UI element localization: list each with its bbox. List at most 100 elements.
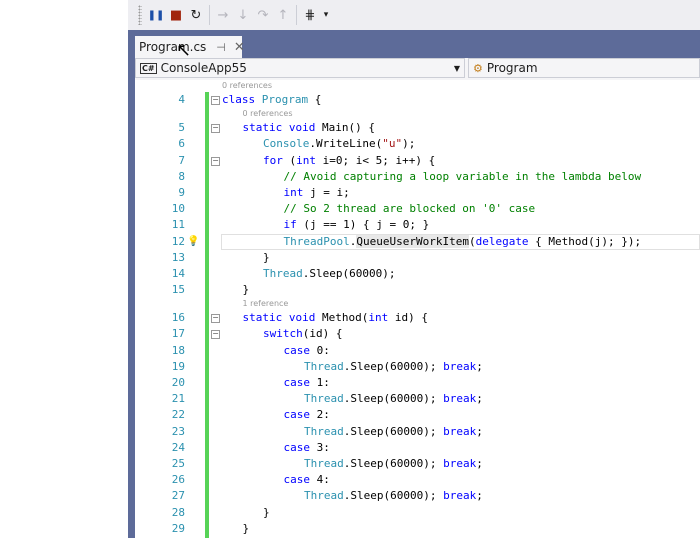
code-token: ); <box>402 137 416 151</box>
code-token: .WriteLine( <box>309 137 383 151</box>
code-token: int <box>283 185 304 199</box>
code-token: break <box>443 359 477 373</box>
code-line[interactable]: 25 Thread.Sleep(60000); break; <box>135 456 700 472</box>
code-text: // So 2 thread are blocked on '0' case <box>284 201 536 217</box>
collapse-icon[interactable]: − <box>211 156 220 166</box>
code-token: ( <box>282 153 297 167</box>
codelens-references[interactable]: 0 references <box>135 80 700 92</box>
code-text: case 1: <box>284 375 330 391</box>
code-token: .Sleep(60000); <box>343 456 444 470</box>
code-line[interactable]: 8 // Avoid capturing a loop variable in t… <box>135 169 700 185</box>
code-token: ; <box>476 359 483 373</box>
stop-debugging-button[interactable]: ■ <box>166 4 186 26</box>
show-next-statement-button[interactable]: → <box>213 4 233 26</box>
toolbar-grip[interactable] <box>138 5 142 25</box>
code-token: } <box>242 283 250 297</box>
collapse-icon[interactable]: − <box>211 314 220 324</box>
code-line[interactable]: 4 − class Program { <box>135 92 700 108</box>
project-dropdown[interactable]: C# ConsoleApp55 ▼ <box>135 58 465 78</box>
code-line[interactable]: 7 − for (int i=0; i< 5; i++) { <box>135 153 700 169</box>
step-into-button[interactable]: ↓ <box>233 4 253 26</box>
code-text: int j = i; <box>284 185 350 201</box>
collapse-icon[interactable]: − <box>211 330 220 340</box>
code-token: 4: <box>310 473 330 487</box>
code-line[interactable]: 11 if (j == 1) { j = 0; } <box>135 217 700 233</box>
code-token: Thread <box>304 489 344 503</box>
code-token: Main() { <box>321 121 375 135</box>
code-token: } <box>263 250 270 264</box>
code-line[interactable]: 26 case 4: <box>135 472 700 488</box>
code-token: QueueUserWorkItem <box>356 234 469 248</box>
line-number: 6 <box>178 137 185 151</box>
code-text: // Avoid capturing a loop variable in th… <box>284 169 642 185</box>
code-line[interactable]: 18 case 0: <box>135 343 700 359</box>
step-over-button[interactable]: ↷ <box>253 4 273 26</box>
code-line[interactable]: 10 // So 2 thread are blocked on '0' case <box>135 201 700 217</box>
line-number: 24 <box>171 440 185 454</box>
code-line[interactable]: 19 Thread.Sleep(60000); break; <box>135 359 700 375</box>
codelens-text[interactable]: 0 references <box>243 108 293 120</box>
code-line[interactable]: 23 Thread.Sleep(60000); break; <box>135 424 700 440</box>
code-token: break <box>443 489 477 503</box>
mouse-cursor: ↖ <box>176 40 192 61</box>
code-token: .Sleep(60000); <box>302 266 396 280</box>
step-out-icon: ↑ <box>277 7 289 23</box>
pin-icon[interactable]: ⊣ <box>216 41 226 54</box>
line-number: 26 <box>171 473 185 487</box>
code-token: ; <box>476 456 483 470</box>
close-icon[interactable]: ✕ <box>234 40 245 55</box>
code-line[interactable]: 22 case 2: <box>135 407 700 423</box>
code-token: Console <box>263 137 310 151</box>
debug-toolbar: ❚❚ ■ ↻ → ↓ ↷ ↑ ⋕ ▾ <box>128 0 700 30</box>
line-number: 16 <box>171 311 185 325</box>
codelens-text[interactable]: 0 references <box>222 80 272 92</box>
code-token: case <box>283 376 311 389</box>
code-line[interactable]: 15} <box>135 282 700 298</box>
code-token: if <box>283 218 297 232</box>
code-token: break <box>443 424 477 438</box>
code-text: case 2: <box>284 407 330 423</box>
lightbulb-icon[interactable]: 💡 <box>187 234 199 250</box>
code-token: Thread <box>304 359 344 373</box>
code-line[interactable]: 9 int j = i; <box>135 185 700 201</box>
break-all-button[interactable]: ❚❚ <box>146 4 166 26</box>
code-text: } <box>263 505 270 521</box>
code-line[interactable]: 6 Console.WriteLine("u"); <box>135 136 700 152</box>
line-number: 18 <box>171 343 185 357</box>
code-line[interactable]: 29} <box>135 521 700 537</box>
type-dropdown[interactable]: ⚙ Program <box>468 58 700 78</box>
codelens-text[interactable]: 1 reference <box>243 298 289 310</box>
code-line[interactable]: 5 − static void Main() { <box>135 120 700 136</box>
code-token: class <box>222 93 262 106</box>
codelens-references[interactable]: 1 reference <box>135 298 700 310</box>
code-token: (id) { <box>302 327 343 341</box>
toolbar-overflow-button[interactable]: ▾ <box>320 4 332 26</box>
code-line[interactable]: 16 − static void Method(int id) { <box>135 310 700 326</box>
class-icon: ⚙ <box>473 61 483 75</box>
restart-button[interactable]: ↻ <box>186 4 206 26</box>
code-line[interactable]: 14 Thread.Sleep(60000); <box>135 266 700 282</box>
code-line[interactable]: 27 Thread.Sleep(60000); break; <box>135 488 700 504</box>
collapse-icon[interactable]: − <box>211 124 220 134</box>
code-line[interactable]: 13} <box>135 250 700 266</box>
threads-button[interactable]: ⋕ <box>300 4 320 26</box>
code-token: static void <box>242 121 322 135</box>
code-line[interactable]: 12 💡 ThreadPool.QueueUserWorkItem(delegate… <box>135 233 700 250</box>
code-token: { <box>308 93 322 106</box>
code-token: delegate <box>475 234 529 248</box>
code-line[interactable]: 21 Thread.Sleep(60000); break; <box>135 391 700 407</box>
code-line[interactable]: 17 − switch(id) { <box>135 326 700 342</box>
code-line[interactable]: 20 case 1: <box>135 375 700 391</box>
codelens-references[interactable]: 0 references <box>135 108 700 120</box>
code-editor[interactable]: 0 references 4− class Program {0 reference… <box>135 80 700 538</box>
code-token: .Sleep(60000); <box>343 424 444 438</box>
toolbar-separator <box>296 5 297 25</box>
step-out-button[interactable]: ↑ <box>273 4 293 26</box>
code-line[interactable]: 28} <box>135 505 700 521</box>
code-token: switch <box>263 327 303 341</box>
document-tab-strip: Program.cs ⊣ ✕ <box>128 30 700 58</box>
line-number: 14 <box>171 266 185 280</box>
code-line[interactable]: 24 case 3: <box>135 440 700 456</box>
collapse-icon[interactable]: − <box>211 96 220 105</box>
code-token: (j == 1) { j = 0; } <box>296 218 430 232</box>
